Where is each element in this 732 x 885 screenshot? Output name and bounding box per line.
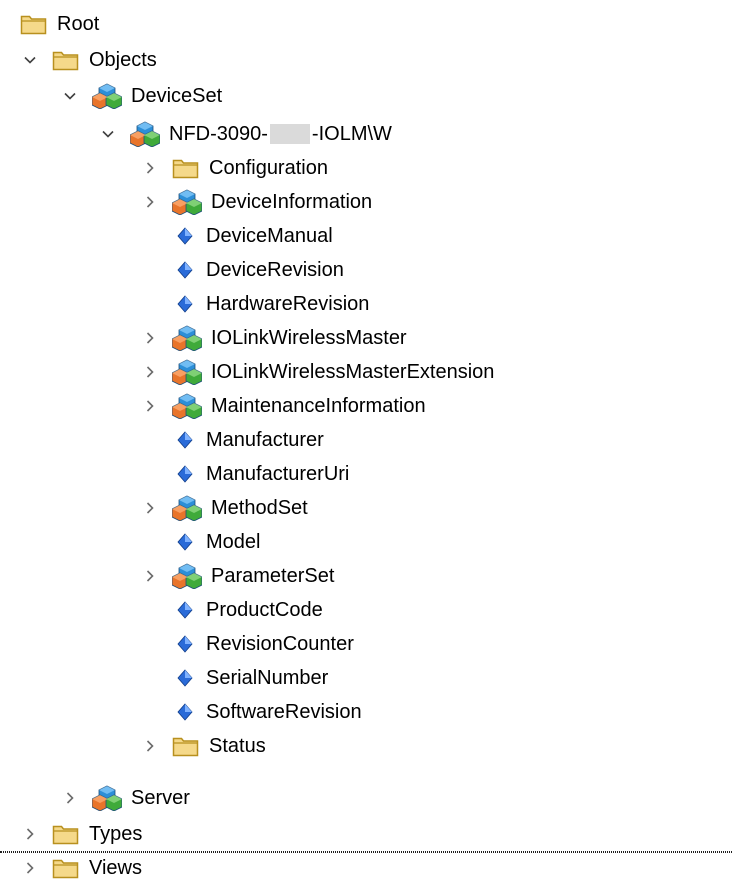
folder-icon xyxy=(52,49,80,71)
chevron-right-icon[interactable] xyxy=(140,328,160,348)
object-icon xyxy=(92,83,122,109)
tree-node-label: DeviceInformation xyxy=(211,191,373,213)
chevron-right-icon[interactable] xyxy=(140,566,160,586)
chevron-down-icon[interactable] xyxy=(60,86,80,106)
redacted-region xyxy=(269,123,310,144)
tree-node-objects[interactable]: Objects xyxy=(20,43,157,77)
tree-node-label: Status xyxy=(209,735,266,757)
tree-node-root[interactable]: Root xyxy=(20,7,99,41)
folder-icon xyxy=(52,823,80,845)
variable-icon xyxy=(176,431,194,449)
variable-icon xyxy=(176,601,194,619)
chevron-right-icon[interactable] xyxy=(140,362,160,382)
tree-node-label: SoftwareRevision xyxy=(206,701,362,723)
tree-node-label: RevisionCounter xyxy=(206,633,354,655)
chevron-down-icon[interactable] xyxy=(20,50,40,70)
object-icon xyxy=(172,325,202,351)
tree-node-devicemanual[interactable]: DeviceManual xyxy=(176,219,333,253)
tree-node-label: Server xyxy=(131,787,190,809)
tree-node-iolinkwirelessmaster[interactable]: IOLinkWirelessMaster xyxy=(140,321,407,355)
tree-node-label: HardwareRevision xyxy=(206,293,370,315)
tree-node-label: Objects xyxy=(89,49,157,71)
address-space-tree: Root Objects DeviceSet NFD-3090- -IOLM\W xyxy=(0,0,732,883)
tree-node-label: MethodSet xyxy=(211,497,308,519)
tree-node-deviceset[interactable]: DeviceSet xyxy=(60,79,222,113)
tree-node-hardwarerevision[interactable]: HardwareRevision xyxy=(176,287,369,321)
tree-node-label: ProductCode xyxy=(206,599,323,621)
object-icon xyxy=(172,495,202,521)
tree-node-label: ManufacturerUri xyxy=(206,463,350,485)
variable-icon xyxy=(176,261,194,279)
tree-node-views[interactable]: Views xyxy=(0,851,732,885)
variable-icon xyxy=(176,669,194,687)
chevron-right-icon[interactable] xyxy=(20,858,40,878)
device-name-suffix: -IOLM\W xyxy=(311,123,392,145)
tree-node-label: Views xyxy=(89,857,142,879)
tree-node-label: NFD-3090- -IOLM\W xyxy=(169,117,392,151)
folder-icon xyxy=(20,13,48,35)
chevron-right-icon[interactable] xyxy=(140,498,160,518)
tree-node-label: MaintenanceInformation xyxy=(211,395,426,417)
tree-node-methodset[interactable]: MethodSet xyxy=(140,491,308,525)
chevron-right-icon[interactable] xyxy=(60,788,80,808)
tree-node-parameterset[interactable]: ParameterSet xyxy=(140,559,334,593)
tree-node-maintenanceinformation[interactable]: MaintenanceInformation xyxy=(140,389,426,423)
tree-node-label: Model xyxy=(206,531,261,553)
tree-node-types[interactable]: Types xyxy=(20,817,142,851)
folder-icon xyxy=(52,857,80,879)
object-icon xyxy=(92,785,122,811)
tree-node-productcode[interactable]: ProductCode xyxy=(176,593,323,627)
tree-node-label: Configuration xyxy=(209,157,328,179)
tree-node-configuration[interactable]: Configuration xyxy=(140,151,328,185)
folder-icon xyxy=(172,157,200,179)
tree-node-manufacturer[interactable]: Manufacturer xyxy=(176,423,324,457)
tree-node-status[interactable]: Status xyxy=(140,729,266,763)
object-icon xyxy=(130,121,160,147)
variable-icon xyxy=(176,703,194,721)
chevron-right-icon[interactable] xyxy=(140,396,160,416)
tree-node-device[interactable]: NFD-3090- -IOLM\W xyxy=(98,117,392,151)
object-icon xyxy=(172,563,202,589)
tree-node-deviceinformation[interactable]: DeviceInformation xyxy=(140,185,372,219)
tree-node-label: DeviceSet xyxy=(131,85,223,107)
object-icon xyxy=(172,359,202,385)
object-icon xyxy=(172,189,202,215)
tree-node-serialnumber[interactable]: SerialNumber xyxy=(176,661,328,695)
variable-icon xyxy=(176,295,194,313)
tree-node-model[interactable]: Model xyxy=(176,525,260,559)
variable-icon xyxy=(176,465,194,483)
tree-node-label: Types xyxy=(89,823,143,845)
tree-node-manufactureruri[interactable]: ManufacturerUri xyxy=(176,457,349,491)
tree-node-server[interactable]: Server xyxy=(60,781,190,815)
tree-node-label: Root xyxy=(57,13,100,35)
object-icon xyxy=(172,393,202,419)
tree-node-label: ParameterSet xyxy=(211,565,335,587)
chevron-right-icon[interactable] xyxy=(140,158,160,178)
tree-node-label: IOLinkWirelessMaster xyxy=(211,327,407,349)
variable-icon xyxy=(176,635,194,653)
tree-node-label: DeviceRevision xyxy=(206,259,344,281)
device-name-prefix: NFD-3090- xyxy=(169,123,268,145)
chevron-right-icon[interactable] xyxy=(140,192,160,212)
variable-icon xyxy=(176,227,194,245)
tree-node-iolinkwirelessmasterextension[interactable]: IOLinkWirelessMasterExtension xyxy=(140,355,494,389)
tree-node-softwarerevision[interactable]: SoftwareRevision xyxy=(176,695,362,729)
tree-node-label: Manufacturer xyxy=(206,429,324,451)
chevron-right-icon[interactable] xyxy=(140,736,160,756)
chevron-down-icon[interactable] xyxy=(98,124,118,144)
tree-node-label: IOLinkWirelessMasterExtension xyxy=(211,361,495,383)
tree-node-label: SerialNumber xyxy=(206,667,329,689)
tree-node-devicerevision[interactable]: DeviceRevision xyxy=(176,253,344,287)
tree-node-label: DeviceManual xyxy=(206,225,333,247)
tree-node-revisioncounter[interactable]: RevisionCounter xyxy=(176,627,354,661)
chevron-right-icon[interactable] xyxy=(20,824,40,844)
folder-icon xyxy=(172,735,200,757)
variable-icon xyxy=(176,533,194,551)
